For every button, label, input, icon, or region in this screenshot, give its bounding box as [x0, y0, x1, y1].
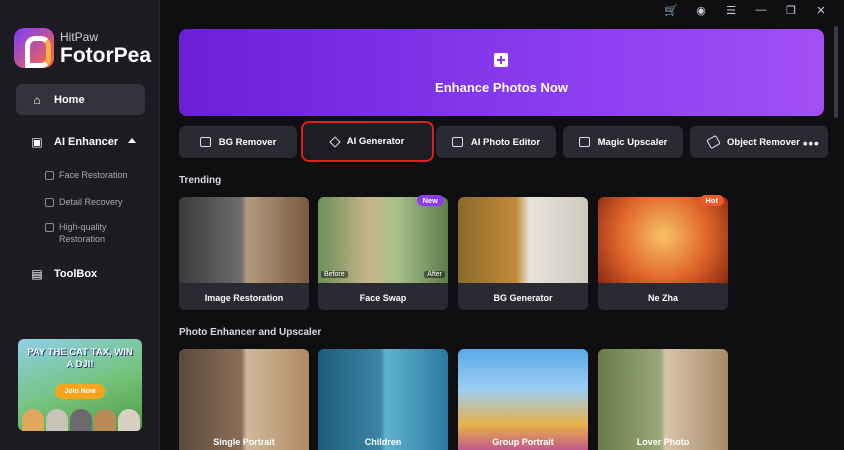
bg-remover-icon	[199, 137, 211, 147]
section-title-trending: Trending	[179, 175, 222, 186]
photo-editor-icon	[451, 137, 463, 147]
card-image	[458, 197, 588, 283]
restore-icon[interactable]: ❐	[776, 2, 806, 18]
card-group-portrait[interactable]: Group Portrait	[458, 349, 588, 450]
sidebar-subitem-label: Face Restoration	[59, 170, 128, 180]
window-controls: 🛒 ◉ ☰ — ❐ ✕	[656, 2, 836, 18]
sidebar-subitem-detail-recovery[interactable]: Detail Recovery	[45, 196, 123, 208]
sidebar-item-home[interactable]: ⌂ Home	[16, 84, 145, 115]
card-ne-zha[interactable]: Hot Ne Zha	[598, 195, 728, 310]
cat-image	[118, 409, 140, 431]
home-icon: ⌂	[33, 92, 41, 107]
card-label: Image Restoration	[204, 293, 284, 303]
plus-icon	[494, 53, 508, 67]
cart-icon[interactable]: 🛒	[656, 2, 686, 18]
chevron-up-icon[interactable]	[128, 138, 136, 143]
tool-label: Object Remover	[727, 136, 800, 148]
card-image	[598, 197, 728, 283]
hot-badge: Hot	[699, 195, 724, 206]
new-badge: New	[416, 195, 444, 206]
sidebar-subitem-high-quality[interactable]: High-quality Restoration	[45, 221, 115, 245]
before-tag: Before	[321, 271, 348, 278]
card-label: BG Generator	[493, 293, 553, 303]
scrollbar[interactable]	[834, 26, 838, 118]
sidebar-item-toolbox[interactable]: ▤ ToolBox	[30, 267, 98, 281]
face-icon	[45, 171, 54, 180]
cat-image	[94, 409, 116, 431]
user-icon[interactable]: ◉	[686, 2, 716, 18]
sidebar-subitem-label: High-quality Restoration	[59, 222, 107, 244]
brand-small: HitPaw	[60, 29, 99, 44]
join-now-button[interactable]: Join Now	[55, 384, 105, 399]
close-icon[interactable]: ✕	[806, 2, 836, 18]
sidebar-item-label: AI Enhancer	[54, 136, 119, 148]
ai-photo-editor-button[interactable]: AI Photo Editor	[436, 126, 556, 158]
menu-icon[interactable]: ☰	[716, 2, 746, 18]
minimize-icon[interactable]: —	[746, 2, 776, 18]
card-image	[318, 349, 448, 450]
card-children[interactable]: Children	[318, 349, 448, 450]
card-image	[179, 349, 309, 450]
tool-label: AI Photo Editor	[470, 136, 541, 148]
app-logo[interactable]: HitPaw FotorPea	[14, 28, 151, 68]
magic-upscaler-button[interactable]: Magic Upscaler	[563, 126, 683, 158]
eraser-icon	[706, 134, 721, 150]
card-label: Face Swap	[359, 293, 407, 303]
card-label: Lover Photo	[636, 437, 690, 447]
upscale-icon	[578, 137, 590, 147]
card-label: Ne Zha	[647, 293, 678, 303]
card-image	[179, 197, 309, 283]
promo-banner[interactable]: PAY THE CAT TAX, WIN A DJI! Join Now	[18, 339, 142, 431]
card-bg-generator[interactable]: BG Generator	[458, 197, 588, 310]
magic-wand-icon	[329, 135, 341, 148]
section-title-upscaler: Photo Enhancer and Upscaler	[179, 327, 322, 338]
enhancer-icon: ▣	[31, 135, 43, 149]
card-image	[458, 349, 588, 450]
promo-title: PAY THE CAT TAX, WIN A DJI!	[27, 347, 133, 370]
card-image	[598, 349, 728, 450]
sidebar-subitem-label: Detail Recovery	[59, 197, 123, 207]
tool-label: AI Generator	[346, 136, 405, 147]
bg-remover-button[interactable]: BG Remover	[179, 126, 297, 158]
cat-image	[70, 409, 92, 431]
cat-image	[46, 409, 68, 431]
detail-icon	[45, 198, 54, 207]
card-image-restoration[interactable]: Image Restoration	[179, 197, 309, 310]
card-single-portrait[interactable]: Single Portrait	[179, 349, 309, 450]
enhance-photos-banner[interactable]: Enhance Photos Now	[179, 29, 824, 116]
logo-icon	[14, 28, 54, 68]
tool-label: Magic Upscaler	[597, 136, 668, 148]
sidebar-item-ai-enhancer[interactable]: ▣ AI Enhancer	[30, 135, 119, 149]
after-tag: After	[424, 271, 445, 278]
banner-label: Enhance Photos Now	[435, 80, 568, 95]
sidebar-subitem-face-restoration[interactable]: Face Restoration	[45, 169, 128, 181]
cat-image	[22, 409, 44, 431]
brand-big: FotorPea	[60, 43, 152, 67]
hq-icon	[45, 223, 54, 232]
sidebar: HitPaw FotorPea ⌂ Home ▣ AI Enhancer Fac…	[0, 0, 160, 450]
card-lover-photo[interactable]: Lover Photo	[598, 349, 728, 450]
sidebar-item-label: Home	[54, 93, 85, 106]
more-icon[interactable]: •••	[803, 136, 820, 151]
sidebar-item-label: ToolBox	[54, 268, 98, 280]
card-label: Single Portrait	[213, 437, 275, 447]
card-face-swap[interactable]: New Before After Face Swap	[318, 195, 448, 310]
tool-label: BG Remover	[218, 136, 277, 148]
ai-generator-button[interactable]: AI Generator	[301, 121, 434, 162]
toolbox-icon: ▤	[31, 267, 43, 281]
card-label: Children	[364, 437, 402, 447]
card-label: Group Portrait	[492, 437, 554, 447]
